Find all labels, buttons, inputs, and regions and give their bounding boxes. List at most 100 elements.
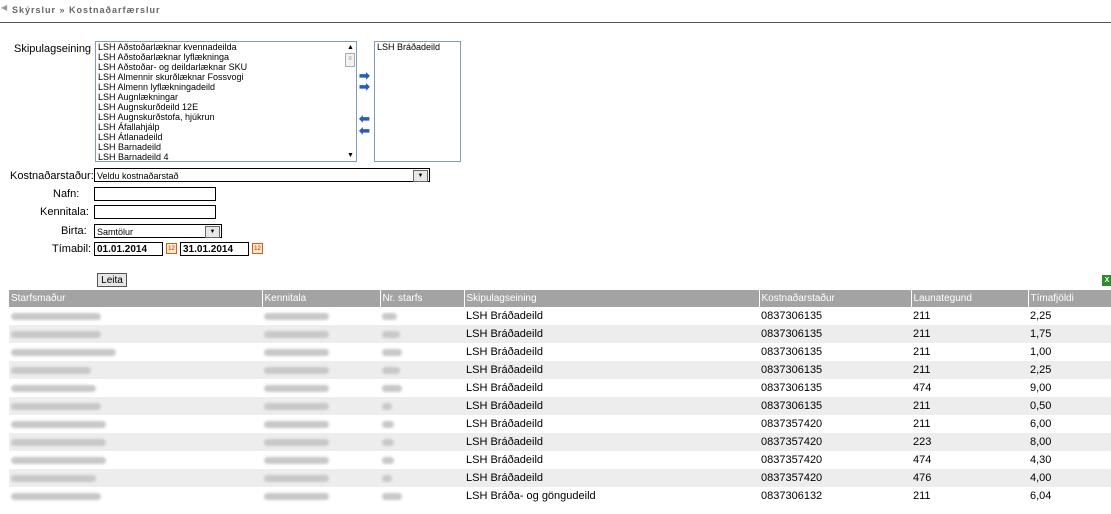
redacted-text [11,456,106,464]
table-cell: 8,00 [1028,433,1111,451]
breadcrumb: Skýrslur » Kostnaðarfærslur [12,5,161,15]
org-unit-option[interactable]: LSH Átlanadeild [96,132,356,142]
table-row[interactable]: LSH Bráðadeild 0837306135 211 1,75 [9,325,1111,343]
cost-center-select[interactable]: Veldu kostnaðarstað ▼ [94,168,430,182]
column-header[interactable]: Kostnaðarstaður [759,290,912,307]
move-left-icon[interactable]: ⬅ [359,112,370,125]
redacted-cell [262,487,380,505]
table-cell: 1,75 [1028,325,1111,343]
org-unit-option[interactable]: LSH Áfallahjálp [96,122,356,132]
org-unit-option[interactable]: LSH Aðstoðar- og deildarlæknar SKU [96,62,356,72]
redacted-text [264,438,329,446]
calendar-icon[interactable]: 12 [252,243,263,254]
table-cell: 4,30 [1030,454,1052,466]
table-cell: LSH Bráðadeild [464,469,759,487]
column-header[interactable]: Kennitala [262,290,381,307]
redacted-cell [262,469,380,487]
redacted-cell [9,307,262,325]
redacted-text [382,456,394,464]
table-row[interactable]: LSH Bráða- og göngudeild 0837306132 211 6,0… [9,487,1111,505]
kennitala-input[interactable] [94,205,216,219]
org-unit-option[interactable]: LSH Augnskurðdeild 12E [96,102,356,112]
redacted-cell [9,433,262,451]
redacted-text [11,492,101,500]
table-cell: LSH Bráðadeild [466,382,544,394]
table-cell: 223 [911,433,1028,451]
table-cell: 211 [913,418,931,430]
chevron-down-icon[interactable]: ▼ [205,226,220,238]
table-cell: 0837357420 [761,454,823,466]
org-unit-option[interactable]: LSH Barnadeild 4 [96,152,356,161]
collapse-arrow-icon[interactable]: ◀ [1,3,7,12]
move-all-left-icon[interactable]: ⬅ [359,124,370,137]
date-to-input[interactable]: 31.01.2014 [180,242,249,256]
redacted-text [264,456,329,464]
column-header[interactable]: Skipulagseining [464,290,760,307]
calendar-icon[interactable]: 12 [166,243,177,254]
redacted-text [11,366,91,374]
chevron-down-icon[interactable]: ▼ [413,170,428,182]
table-cell: LSH Bráðadeild [466,454,544,466]
table-cell: LSH Bráðadeild [464,433,759,451]
excel-export-icon[interactable]: X [1102,275,1111,286]
redacted-cell [380,325,464,343]
selected-units-listbox[interactable]: LSH Bráðadeild [374,41,461,162]
table-row[interactable]: LSH Bráðadeild 0837306135 211 0,50 [9,397,1111,415]
move-right-icon[interactable]: ➡ [359,80,370,93]
redacted-cell [380,379,464,397]
name-input[interactable] [94,187,216,201]
table-cell: 211 [911,325,1028,343]
table-row[interactable]: LSH Bráðadeild 0837357420 211 6,00 [9,415,1111,433]
table-row[interactable]: LSH Bráðadeild 0837357420 223 8,00 [9,433,1111,451]
scroll-down-icon[interactable]: ▼ [347,152,354,159]
column-header[interactable]: Nr. starfs [380,290,465,307]
scroll-thumb[interactable]: ≡ [345,53,355,67]
table-cell: 0837357420 [761,418,823,430]
selected-unit-option[interactable]: LSH Bráðadeild [375,42,460,52]
redacted-cell [9,361,262,379]
redacted-text [264,474,329,482]
redacted-text [11,474,96,482]
show-select[interactable]: Samtölur ▼ [94,224,222,238]
column-header[interactable]: Tímafjöldi [1028,290,1111,307]
table-cell: 0837357420 [759,433,911,451]
redacted-cell [262,379,380,397]
redacted-text [382,438,394,446]
org-unit-option[interactable]: LSH Aðstoðarlæknar kvennadeilda [96,42,356,52]
redacted-cell [262,307,380,325]
listbox-scrollbar[interactable]: ▲ ≡ ▼ [344,42,356,161]
table-row[interactable]: LSH Bráðadeild 0837306135 211 1,00 [9,343,1111,361]
redacted-cell [380,415,464,433]
period-label: Tímabil: [52,243,92,255]
table-cell: LSH Bráðadeild [466,310,544,322]
table-row[interactable]: LSH Bráðadeild 0837306135 211 2,25 [9,307,1111,325]
table-cell: 6,04 [1030,490,1052,502]
redacted-cell [380,433,464,451]
org-unit-option[interactable]: LSH Barnadeild [96,142,356,152]
search-button[interactable]: Leita [97,273,127,287]
org-unit-option[interactable]: LSH Augnlækningar [96,92,356,102]
redacted-text [382,312,397,320]
org-unit-option[interactable]: LSH Augnskurðstofa, hjúkrun [96,112,356,122]
redacted-text [264,384,329,392]
table-cell: 0837306135 [761,310,823,322]
column-header[interactable]: Starfsmaður [9,290,263,307]
table-row[interactable]: LSH Bráðadeild 0837357420 474 4,30 [9,451,1111,469]
column-header[interactable]: Launategund [911,290,1029,307]
scroll-up-icon[interactable]: ▲ [347,44,354,51]
org-unit-option[interactable]: LSH Almenn lyflækningadeild [96,82,356,92]
redacted-text [11,312,101,320]
org-unit-listbox[interactable]: LSH Aðstoðarlæknar kvennadeilda LSH Aðsto… [95,41,357,162]
table-cell: LSH Bráðadeild [464,325,759,343]
redacted-cell [262,361,380,379]
table-row[interactable]: LSH Bráðadeild 0837306135 211 2,25 [9,361,1111,379]
org-unit-option[interactable]: LSH Almennir skurðlæknar Fossvogi [96,72,356,82]
redacted-cell [262,451,380,469]
date-from-input[interactable]: 01.01.2014 [94,242,163,256]
org-unit-option[interactable]: LSH Aðstoðarlæknar lyflækninga [96,52,356,62]
table-row[interactable]: LSH Bráðadeild 0837306135 474 9,00 [9,379,1111,397]
redacted-text [382,492,402,500]
table-row[interactable]: LSH Bráðadeild 0837357420 476 4,00 [9,469,1111,487]
table-header-row: Starfsmaður Kennitala Nr. starfs Skipulagse… [9,290,1111,307]
redacted-cell [9,379,262,397]
